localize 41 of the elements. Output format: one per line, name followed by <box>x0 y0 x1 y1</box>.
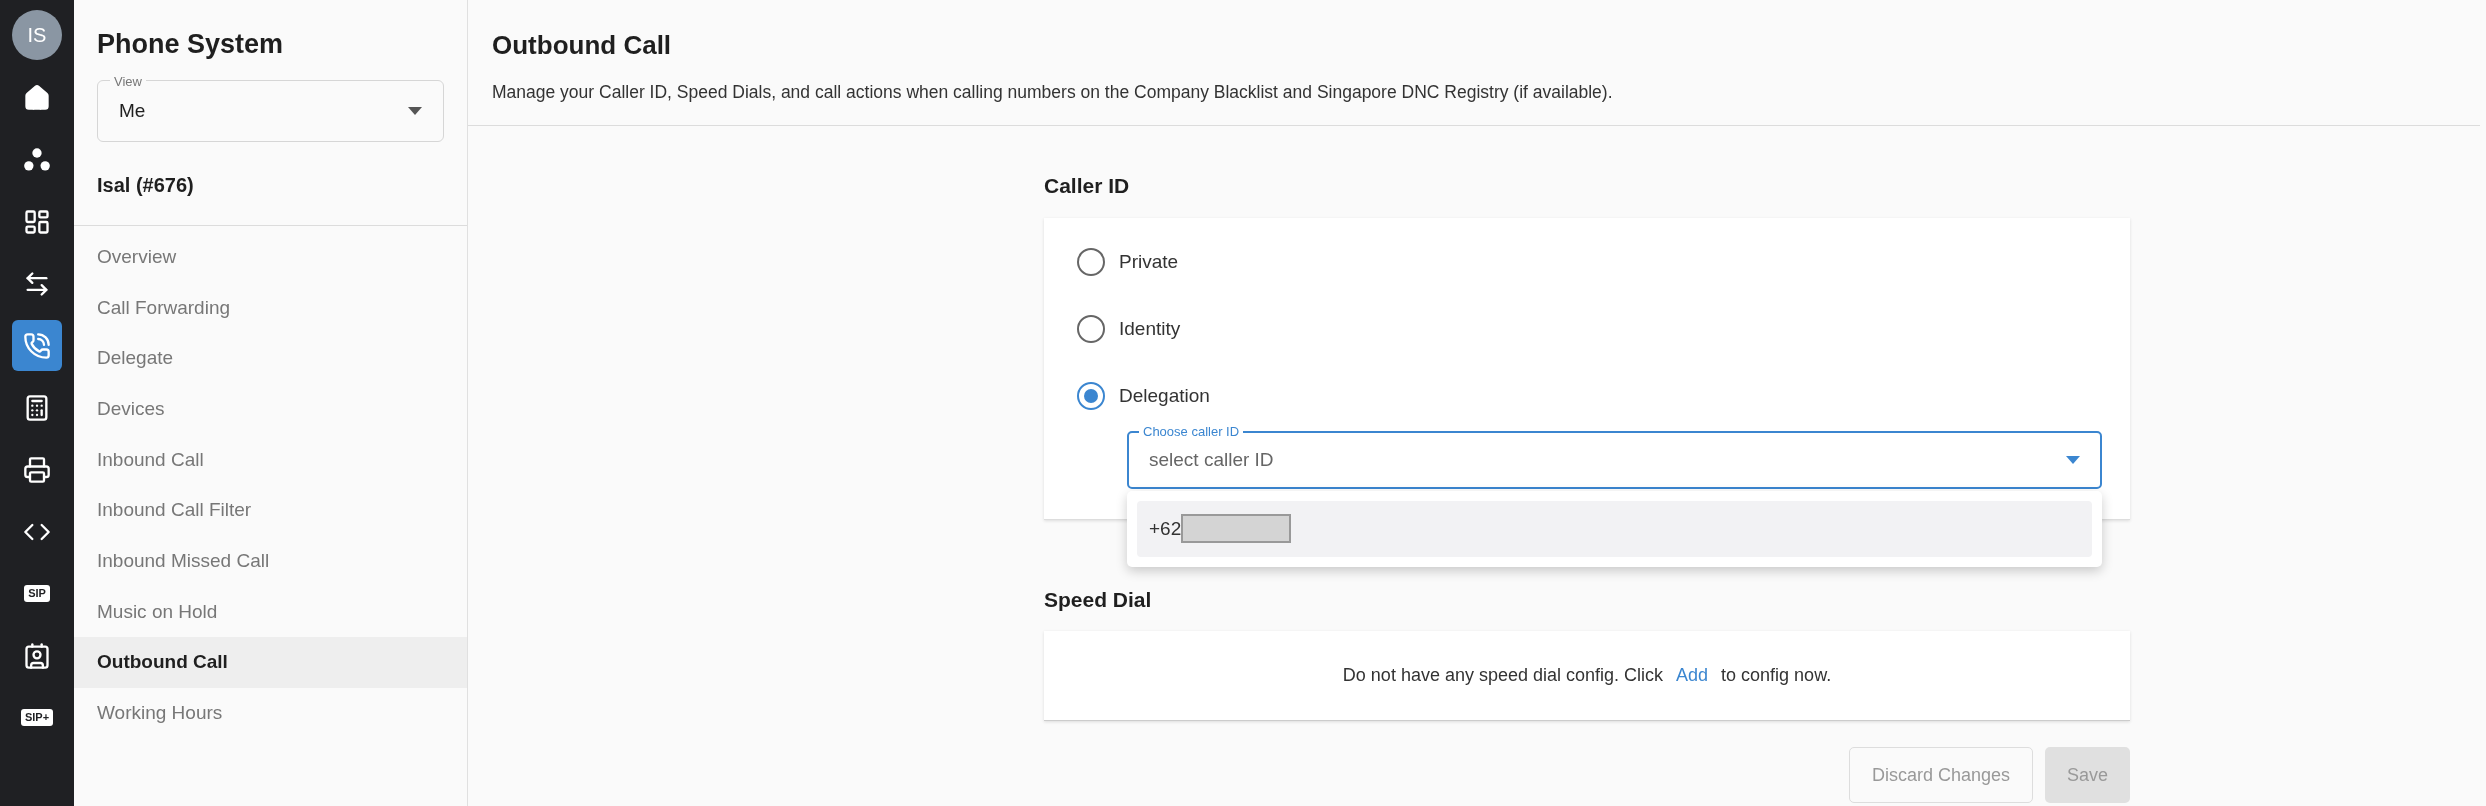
section-heading: Speed Dial <box>1044 586 1153 613</box>
radio-button[interactable] <box>1077 248 1105 277</box>
phone-icon <box>23 331 51 360</box>
section-heading: Caller ID <box>1044 173 1131 200</box>
contact-card-icon <box>23 641 51 670</box>
view-value: Me <box>119 98 146 123</box>
select-placeholder: select caller ID <box>1149 447 1274 472</box>
sidebar-item[interactable]: Call Forwarding <box>74 282 467 334</box>
sidebar-item[interactable]: Overview <box>74 231 467 283</box>
sidebar-item[interactable]: Working Hours <box>74 687 467 739</box>
radio-button[interactable] <box>1077 382 1105 411</box>
radio-label: Delegation <box>1119 384 1210 408</box>
rail-button[interactable]: SIP <box>12 568 62 619</box>
sidebar-item[interactable]: Inbound Missed Call <box>74 535 467 587</box>
dropdown-arrow-icon <box>408 106 422 115</box>
rail-button[interactable]: SIP+ <box>12 692 62 743</box>
option-text: +62 <box>1149 516 1182 541</box>
dashboard-icon <box>23 207 51 236</box>
sip-badge: SIP <box>24 585 50 602</box>
sidebar-item[interactable]: Inbound Call Filter <box>74 485 467 536</box>
user-avatar[interactable]: IS <box>12 10 62 60</box>
dropdown-arrow-icon <box>2066 455 2080 464</box>
dropdown-option[interactable]: +62 <box>1137 500 2092 557</box>
page-description: Manage your Caller ID, Speed Dials, and call actions when calling numbers on the Company Blacklist and Singapore DNC Registry (if available). <box>492 81 1614 104</box>
radio-button[interactable] <box>1077 315 1105 344</box>
page-title: Outbound Call <box>492 29 673 62</box>
user-name: Isal (#676) <box>97 172 195 198</box>
sidebar-title: Phone System <box>97 28 285 61</box>
home-icon <box>23 83 51 112</box>
sidebar-item[interactable]: Devices <box>74 383 467 435</box>
sidebar-item[interactable]: Inbound Call <box>74 434 467 486</box>
add-link[interactable]: Add <box>1676 662 1709 690</box>
sidebar-item[interactable]: Music on Hold <box>74 586 467 638</box>
sidebar-item[interactable]: Delegate <box>74 333 467 384</box>
printer-icon <box>23 455 51 484</box>
empty-message: to config now. <box>1721 664 1832 688</box>
sip-badge: SIP+ <box>20 709 54 726</box>
radio-label: Identity <box>1119 317 1181 341</box>
empty-message: Do not have any speed dial config. Click <box>1342 664 1664 688</box>
sidebar-item[interactable]: Outbound Call <box>74 637 467 688</box>
radio-label: Private <box>1119 250 1179 274</box>
